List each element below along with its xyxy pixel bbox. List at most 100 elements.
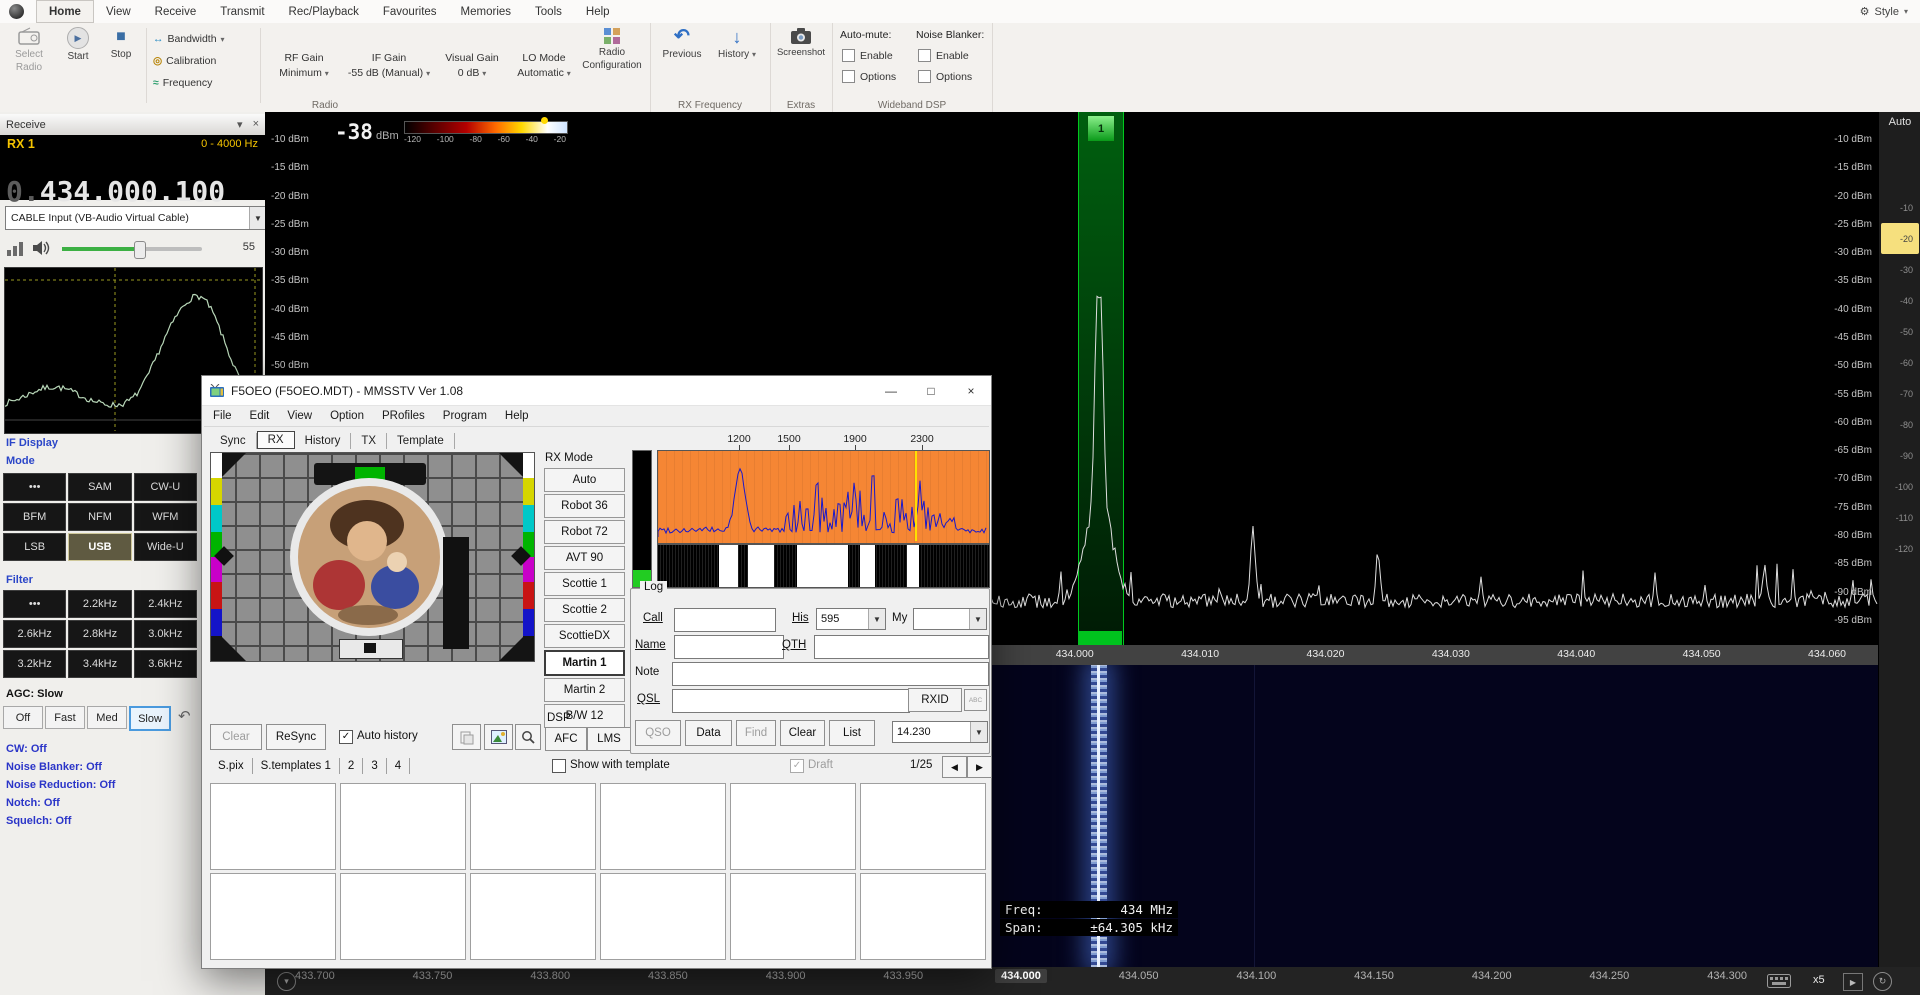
mmsstv-menu-item[interactable]: Help xyxy=(496,410,538,422)
menu-tab[interactable]: View xyxy=(94,0,143,23)
filter-button[interactable]: 3.6kHz xyxy=(134,650,197,678)
rx-mode-button[interactable]: Scottie 2 xyxy=(544,598,625,622)
find-button[interactable]: Find xyxy=(736,720,776,746)
close-icon[interactable]: × xyxy=(253,118,259,131)
mode-button[interactable]: WFM xyxy=(134,503,197,531)
menu-tab[interactable]: Help xyxy=(574,0,622,23)
noise-blanker-enable-checkbox[interactable]: Enable xyxy=(918,49,969,62)
mmsstv-menu-item[interactable]: Program xyxy=(434,410,496,422)
stop-button[interactable]: ■ Stop xyxy=(102,27,140,60)
lo-mode-dropdown[interactable]: LO Mode Automatic ▾ xyxy=(512,51,576,81)
qth-input[interactable] xyxy=(814,635,989,659)
if-gain-dropdown[interactable]: IF Gain -55 dB (Manual) ▾ xyxy=(346,51,432,81)
thumbnail-slot[interactable] xyxy=(600,873,726,960)
band-frequency-label[interactable]: 433.900 xyxy=(760,969,812,983)
menu-tab[interactable]: Home xyxy=(36,0,94,23)
afc-button[interactable]: AFC xyxy=(545,727,587,751)
menu-tab[interactable]: Rec/Playback xyxy=(277,0,371,23)
channel-marker[interactable]: 1 xyxy=(1087,115,1115,142)
tab-spix[interactable]: S.pix xyxy=(210,758,253,774)
frequency-button[interactable]: ≈ Frequency xyxy=(153,73,257,93)
mode-button[interactable]: BFM xyxy=(3,503,66,531)
band-frequency-label[interactable]: 434.200 xyxy=(1466,969,1518,983)
band-frequency-label[interactable]: 433.700 xyxy=(289,969,341,983)
draft-checkbox[interactable]: ✓ xyxy=(790,759,804,773)
my-select[interactable]: ▼ xyxy=(913,608,987,630)
mode-button[interactable]: LSB xyxy=(3,533,66,561)
band-frequency-label[interactable]: 434.000 xyxy=(995,969,1047,983)
noise-blanker-options-button[interactable]: Options xyxy=(918,70,972,83)
prev-page-button[interactable]: ◀ xyxy=(942,756,967,778)
close-button[interactable]: × xyxy=(951,377,991,405)
gain-scale[interactable]: -10-20-30-40-50-60-70-80-90-100-110-120 xyxy=(1881,192,1919,564)
note-input[interactable] xyxy=(672,662,989,686)
filter-button[interactable]: 3.4kHz xyxy=(68,650,131,678)
resync-button[interactable]: ReSync xyxy=(266,724,326,750)
thumbnail-slot[interactable] xyxy=(860,783,986,870)
menu-tab[interactable]: Memories xyxy=(449,0,523,23)
mmsstv-tab[interactable]: RX xyxy=(257,431,295,449)
band-frequency-label[interactable]: 434.250 xyxy=(1584,969,1636,983)
menu-tab[interactable]: Favourites xyxy=(371,0,449,23)
chevron-down-icon[interactable]: ▾ xyxy=(237,118,243,131)
agc-button[interactable]: Med xyxy=(87,706,127,729)
rx-mode-button[interactable]: Martin 1 xyxy=(544,650,625,676)
thumbnail-slot[interactable] xyxy=(470,783,596,870)
screenshot-button[interactable]: Screenshot xyxy=(773,27,829,58)
start-button[interactable]: ▶ Start xyxy=(58,27,98,62)
rxid-button[interactable]: RXID xyxy=(908,688,962,712)
visual-gain-dropdown[interactable]: Visual Gain 0 dB ▾ xyxy=(436,51,508,81)
band-frequency-label[interactable]: 434.150 xyxy=(1348,969,1400,983)
name-input[interactable] xyxy=(674,635,784,659)
band-navigation-bar[interactable]: ▾ 433.700433.750433.800433.850433.900433… xyxy=(265,967,1920,995)
menu-tab[interactable]: Transmit xyxy=(208,0,276,23)
keyboard-icon[interactable] xyxy=(1767,974,1791,988)
minimize-button[interactable]: — xyxy=(871,377,911,405)
abc-macro-button[interactable]: ABC xyxy=(964,689,987,711)
magnifier-button[interactable] xyxy=(515,724,541,750)
mmsstv-tab[interactable]: Template xyxy=(387,433,455,449)
rx-mode-button[interactable]: ScottieDX xyxy=(544,624,625,648)
thumbnail-slot[interactable] xyxy=(470,873,596,960)
band-frequency-label[interactable]: 433.950 xyxy=(877,969,929,983)
mmsstv-window[interactable]: F5OEO (F5OEO.MDT) - MMSSTV Ver 1.08 — □ … xyxy=(201,375,992,969)
clear-button[interactable]: Clear xyxy=(210,724,262,750)
select-radio-button[interactable]: Select Radio xyxy=(4,27,54,73)
mmsstv-menu-item[interactable]: Option xyxy=(321,410,373,422)
mode-button[interactable]: NFM xyxy=(68,503,131,531)
qso-button[interactable]: QSO xyxy=(635,720,681,746)
thumbnail-slot[interactable] xyxy=(730,873,856,960)
mmsstv-tab[interactable]: TX xyxy=(351,433,387,449)
band-frequency-label[interactable]: 433.800 xyxy=(524,969,576,983)
rf-gain-dropdown[interactable]: RF Gain Minimum ▾ xyxy=(266,51,342,81)
thumbnail-slot[interactable] xyxy=(600,783,726,870)
band-frequency-label[interactable]: 433.850 xyxy=(642,969,694,983)
volume-slider[interactable] xyxy=(62,247,202,251)
thumbnail-slot[interactable] xyxy=(210,873,336,960)
audio-input-dropdown[interactable]: CABLE Input (VB-Audio Virtual Cable) ▼ xyxy=(5,206,267,230)
maximize-button[interactable]: □ xyxy=(911,377,951,405)
filter-button[interactable]: 3.2kHz xyxy=(3,650,66,678)
radio-configuration-button[interactable]: Radio Configuration xyxy=(580,27,644,71)
tab-stemplates-3[interactable]: 3 xyxy=(363,758,386,774)
thumbnail-slot[interactable] xyxy=(860,873,986,960)
mmsstv-menu-item[interactable]: Edit xyxy=(241,410,279,422)
rx-mode-button[interactable]: Robot 72 xyxy=(544,520,625,544)
band-frequency-label[interactable]: 434.300 xyxy=(1701,969,1753,983)
filter-button[interactable]: 2.6kHz xyxy=(3,620,66,648)
mode-button[interactable]: USB xyxy=(68,533,131,561)
band-frequency-label[interactable]: 434.100 xyxy=(1230,969,1282,983)
filter-button[interactable]: 2.8kHz xyxy=(68,620,131,648)
level-meter-icon[interactable] xyxy=(7,241,23,256)
rx-mode-button[interactable]: Robot 36 xyxy=(544,494,625,518)
picture-button[interactable] xyxy=(484,724,513,750)
log-clear-button[interactable]: Clear xyxy=(780,720,825,746)
thumbnail-slot[interactable] xyxy=(340,783,466,870)
mode-button[interactable]: CW-U xyxy=(134,473,197,501)
mode-button[interactable]: Wide-U xyxy=(134,533,197,561)
tab-stemplates-2[interactable]: 2 xyxy=(340,758,363,774)
rx-mode-button[interactable]: Auto xyxy=(544,468,625,492)
calibration-button[interactable]: ◎ Calibration xyxy=(153,51,257,71)
auto-mute-enable-checkbox[interactable]: Enable xyxy=(842,49,893,62)
mmsstv-menu-item[interactable]: File xyxy=(204,410,241,422)
